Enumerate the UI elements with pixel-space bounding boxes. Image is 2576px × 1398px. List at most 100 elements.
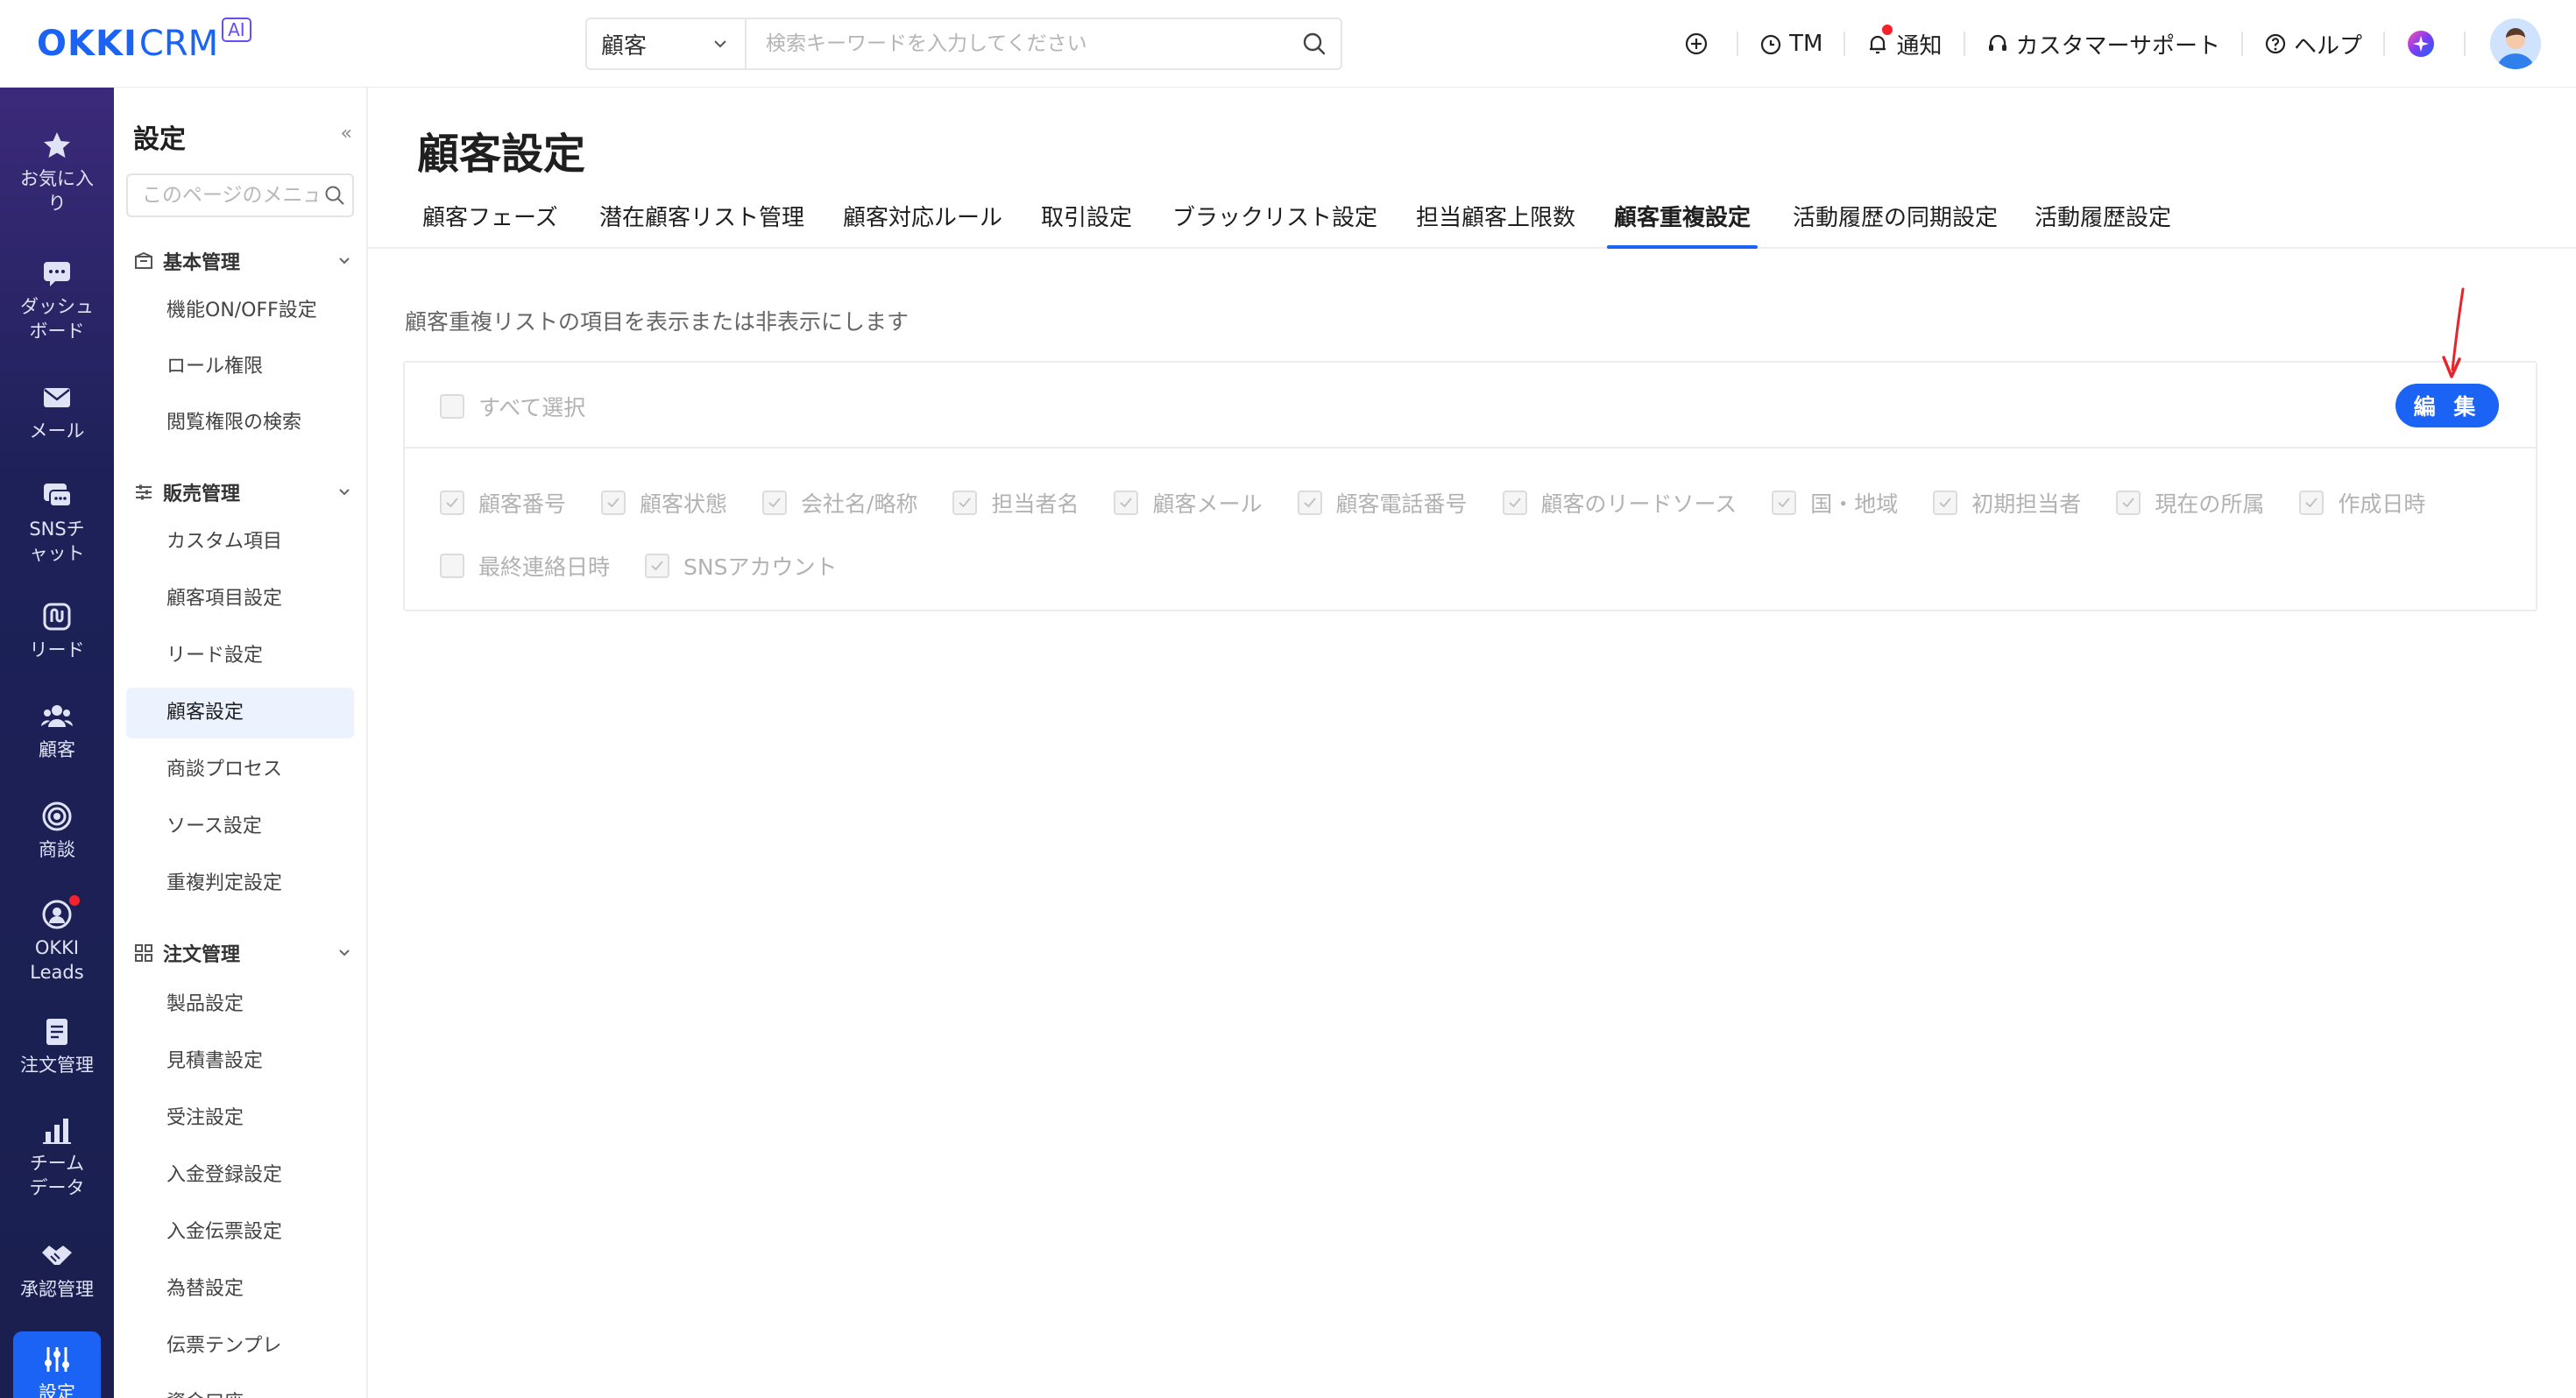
nav-label: メール	[29, 420, 85, 441]
field-label: 顧客メール	[1152, 491, 1263, 517]
checkbox-box	[645, 554, 670, 578]
check-icon	[959, 498, 972, 508]
sidebar-item-exchange-rate[interactable]: 為替設定	[126, 1264, 354, 1315]
sidebar-item-custom-fields[interactable]: カスタム項目	[126, 517, 354, 568]
search-scope-select[interactable]: 顧客	[587, 19, 747, 68]
notification-button[interactable]: 通知	[1845, 24, 1963, 60]
tab-customer-duplicate[interactable]: 顧客重複設定	[1606, 196, 1759, 249]
sidebar-item-payment-registration[interactable]: 入金登録設定	[126, 1150, 354, 1201]
tab-customer-rules[interactable]: 顧客対応ルール	[843, 196, 1002, 249]
add-button[interactable]	[1663, 32, 1737, 56]
sidebar-item-lead-settings[interactable]: リード設定	[126, 631, 354, 681]
sidebar-item-payment-slip[interactable]: 入金伝票設定	[126, 1207, 354, 1258]
sidebar-item-duplicate-rules[interactable]: 重複判定設定	[126, 858, 354, 909]
dashboard-icon	[39, 256, 74, 291]
nav-mail[interactable]: メール	[0, 380, 114, 443]
field-label: 顧客状態	[640, 491, 728, 517]
field-label: SNSアカウント	[683, 554, 838, 580]
sidebar-item-customer-settings[interactable]: 顧客設定	[126, 688, 354, 738]
sidebar-item-source-settings[interactable]: ソース設定	[126, 801, 354, 852]
field-checkbox[interactable]: 顧客電話番号	[1297, 487, 1468, 519]
sidebar-item-order-settings[interactable]: 受注設定	[126, 1093, 354, 1144]
field-checkbox[interactable]: 国・地域	[1772, 487, 1898, 519]
field-label: 現在の所属	[2155, 491, 2265, 517]
help-button[interactable]: ヘルプ	[2243, 28, 2383, 60]
field-checkbox[interactable]: 顧客番号	[440, 487, 566, 519]
user-avatar-icon	[2490, 18, 2541, 69]
tab-blacklist[interactable]: ブラックリスト設定	[1172, 196, 1377, 249]
field-checkbox[interactable]: 顧客状態	[601, 487, 727, 519]
nav-team-data[interactable]: チームデータ	[0, 1112, 114, 1200]
select-all-checkbox[interactable]: すべて選択	[440, 391, 585, 422]
tm-button[interactable]: TM	[1738, 31, 1844, 57]
field-checkbox[interactable]: 会社名/略称	[762, 487, 917, 519]
field-label: 顧客電話番号	[1335, 491, 1468, 517]
field-checkbox[interactable]: 顧客メール	[1114, 487, 1263, 519]
nav-leads[interactable]: リード	[0, 599, 114, 662]
nav-label: OKKI Leads	[30, 937, 84, 983]
search-icon[interactable]	[317, 185, 352, 206]
nav-label: お気に入り	[20, 168, 94, 214]
nav-dashboard[interactable]: ダッシュボード	[0, 256, 114, 343]
check-icon	[446, 498, 458, 508]
sidebar-item-quotation-settings[interactable]: 見積書設定	[126, 1036, 354, 1087]
sidebar-item-view-permission-search[interactable]: 閲覧権限の検索	[126, 398, 354, 448]
sidebar-item-customer-fields[interactable]: 顧客項目設定	[126, 574, 354, 625]
field-checkbox[interactable]: SNSアカウント	[645, 550, 837, 582]
leads-icon	[39, 895, 80, 932]
okki-crm-logo[interactable]: OKKI CRM AI	[37, 18, 251, 68]
tab-activity-settings[interactable]: 活動履歴設定	[2035, 196, 2171, 249]
headset-icon	[1988, 34, 2006, 51]
search-icon[interactable]	[1288, 32, 1341, 56]
sidebar-group-orders[interactable]: 注文管理	[133, 939, 352, 967]
tab-customer-phase[interactable]: 顧客フェーズ	[422, 196, 558, 249]
collapse-sidebar-button[interactable]: «	[341, 123, 352, 145]
fields-row: 最終連絡日時 SNSアカウント	[440, 534, 2508, 597]
nav-order-management[interactable]: 注文管理	[0, 1014, 114, 1077]
sidebar-item-deal-process[interactable]: 商談プロセス	[126, 745, 354, 795]
field-checkbox[interactable]: 初期担当者	[1933, 487, 2081, 519]
section-description: 顧客重複リストの項目を表示または非表示にします	[405, 309, 909, 335]
nav-settings[interactable]: 設定	[13, 1331, 101, 1398]
sidebar-search	[126, 173, 354, 217]
sidebar-item-product-settings[interactable]: 製品設定	[126, 979, 354, 1030]
sidebar-item-feature-toggle[interactable]: 機能ON/OFF設定	[126, 286, 354, 336]
nav-okki-leads[interactable]: OKKI Leads	[0, 895, 114, 985]
sidebar-item-slip-template[interactable]: 伝票テンプレ	[126, 1321, 354, 1372]
edit-button[interactable]: 編 集	[2396, 384, 2499, 427]
field-label: 顧客番号	[478, 491, 567, 517]
sidebar-group-basic[interactable]: 基本管理	[133, 247, 352, 275]
tab-prospect-list[interactable]: 潜在顧客リスト管理	[599, 196, 804, 249]
field-checkbox[interactable]: 顧客のリードソース	[1502, 487, 1737, 519]
chevron-down-icon	[339, 258, 350, 265]
nav-deals[interactable]: 商談	[0, 799, 114, 862]
checkbox-box	[1114, 491, 1139, 515]
tab-activity-sync[interactable]: 活動履歴の同期設定	[1793, 196, 1998, 249]
checkbox-box	[440, 491, 464, 515]
check-icon	[768, 498, 781, 508]
nav-approval[interactable]: 承認管理	[0, 1239, 114, 1302]
user-avatar[interactable]	[2490, 18, 2541, 69]
field-checkbox[interactable]: 担当者名	[952, 487, 1079, 519]
field-checkbox[interactable]: 最終連絡日時	[440, 550, 610, 582]
customer-support-button[interactable]: カスタマーサポート	[1965, 28, 2241, 60]
search-input[interactable]	[747, 19, 1288, 68]
field-checkbox[interactable]: 作成日時	[2299, 487, 2425, 519]
field-label: 初期担当者	[1971, 491, 2082, 517]
tab-customer-limit[interactable]: 担当顧客上限数	[1416, 196, 1575, 249]
field-checkbox[interactable]: 現在の所属	[2116, 487, 2264, 519]
bell-icon	[1870, 35, 1886, 54]
sidebar-group-sales[interactable]: 販売管理	[133, 478, 352, 506]
checkbox-box	[2299, 491, 2325, 515]
sidebar-item-role-permission[interactable]: ロール権限	[126, 342, 354, 392]
nav-sns-chat[interactable]: SNSチャット	[0, 478, 114, 566]
nav-favorites[interactable]: お気に入り	[0, 128, 114, 215]
panel-header: すべて選択 編 集	[405, 363, 2536, 448]
ai-assistant-button[interactable]	[2385, 29, 2464, 59]
tab-trade-settings[interactable]: 取引設定	[1041, 196, 1132, 249]
nav-customers[interactable]: 顧客	[0, 699, 114, 762]
sidebar-search-input[interactable]	[128, 184, 317, 207]
field-label: 顧客のリードソース	[1540, 491, 1737, 517]
sidebar-item-fund-account[interactable]: 資金口座	[126, 1378, 354, 1398]
okki-leads-dot	[69, 895, 80, 906]
